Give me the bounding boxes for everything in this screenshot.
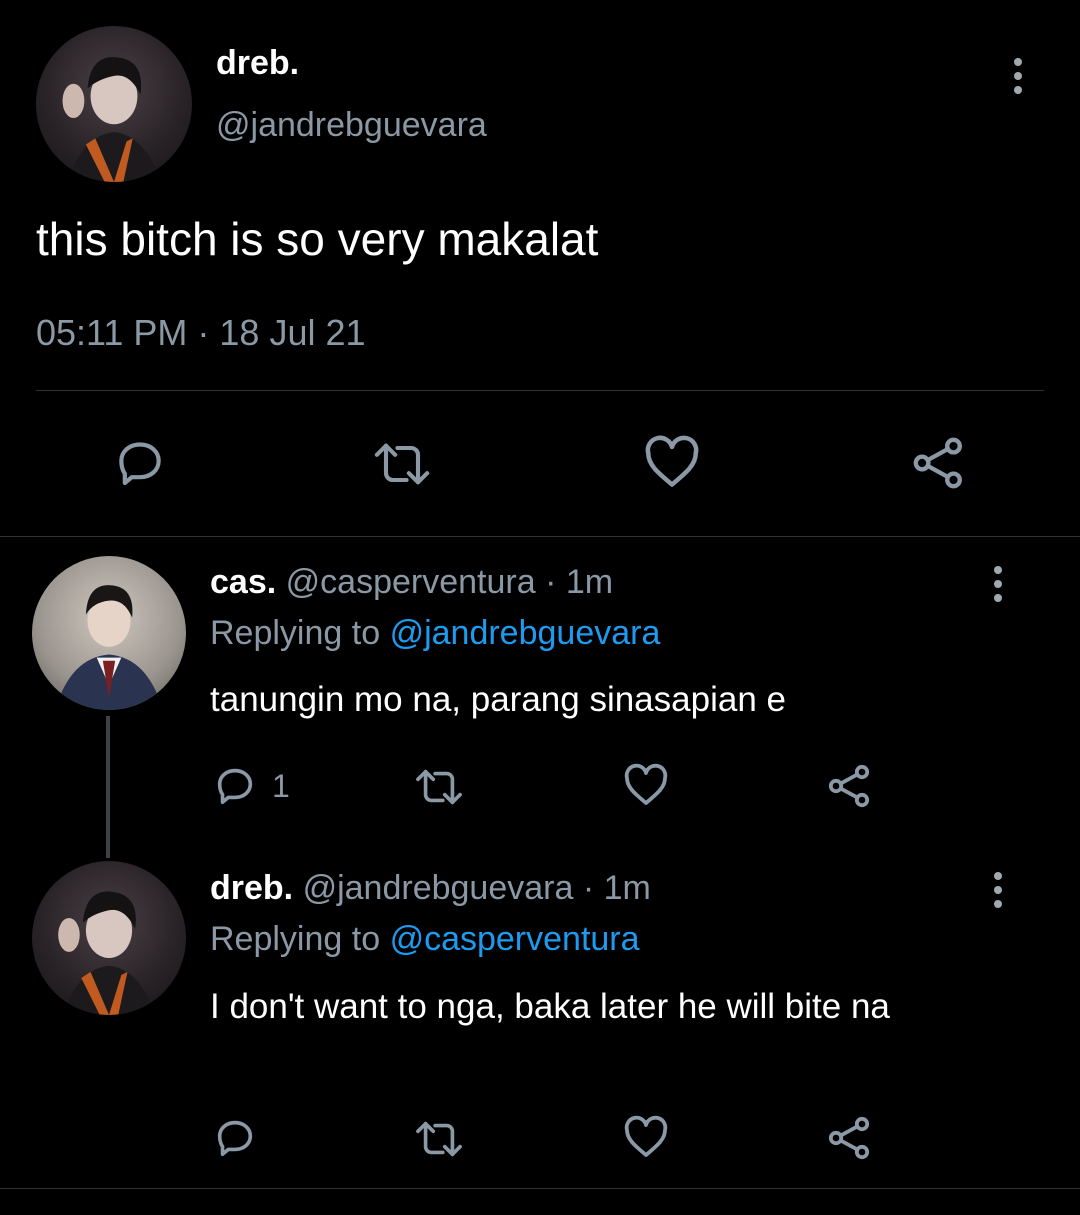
replying-to: Replying to @casperventura: [210, 920, 640, 959]
like-icon[interactable]: [622, 762, 670, 808]
like-icon[interactable]: [622, 1114, 670, 1160]
retweet-icon[interactable]: [412, 1116, 466, 1162]
tweet-timestamp: 05:11 PM · 18 Jul 21: [36, 312, 366, 353]
avatar[interactable]: [32, 556, 186, 710]
handle[interactable]: @jandrebguevara: [216, 106, 487, 145]
reply-icon[interactable]: [212, 1114, 258, 1160]
retweet-icon[interactable]: [370, 436, 434, 492]
replying-to: Replying to @jandrebguevara: [210, 614, 660, 653]
share-icon[interactable]: [910, 434, 968, 492]
handle[interactable]: @casperventura: [286, 563, 536, 601]
replying-label: Replying to: [210, 920, 381, 958]
reply-header: dreb. @jandrebguevara · 1m: [210, 869, 651, 908]
avatar[interactable]: [32, 861, 186, 1015]
more-options-icon[interactable]: [992, 566, 1004, 608]
like-icon[interactable]: [642, 434, 702, 490]
section-divider: [0, 536, 1080, 537]
display-name[interactable]: dreb.: [216, 44, 299, 83]
section-divider: [0, 1188, 1080, 1189]
reply-header: cas. @casperventura · 1m: [210, 563, 613, 602]
reply-icon[interactable]: [112, 434, 168, 490]
tweet-text: this bitch is so very makalat: [36, 213, 599, 265]
reply-time: · 1m: [582, 869, 651, 907]
reply-icon[interactable]: [212, 762, 258, 808]
retweet-icon[interactable]: [412, 764, 466, 810]
handle[interactable]: @jandrebguevara: [303, 869, 574, 907]
reply-text: I don't want to nga, baka later he will …: [210, 987, 890, 1026]
more-options-icon[interactable]: [1012, 58, 1024, 100]
thread-line: [106, 716, 110, 858]
reply-time: · 1m: [545, 563, 614, 601]
more-options-icon[interactable]: [992, 872, 1004, 914]
mention-link[interactable]: @jandrebguevara: [390, 614, 661, 652]
reply-count: 1: [272, 768, 290, 804]
display-name[interactable]: cas.: [210, 563, 276, 601]
mention-link[interactable]: @casperventura: [390, 920, 640, 958]
divider: [36, 390, 1044, 391]
avatar[interactable]: [36, 26, 192, 182]
reply-text: tanungin mo na, parang sinasapian e: [210, 680, 786, 719]
display-name[interactable]: dreb.: [210, 869, 293, 907]
share-icon[interactable]: [826, 1114, 874, 1162]
share-icon[interactable]: [826, 762, 874, 810]
replying-label: Replying to: [210, 614, 381, 652]
